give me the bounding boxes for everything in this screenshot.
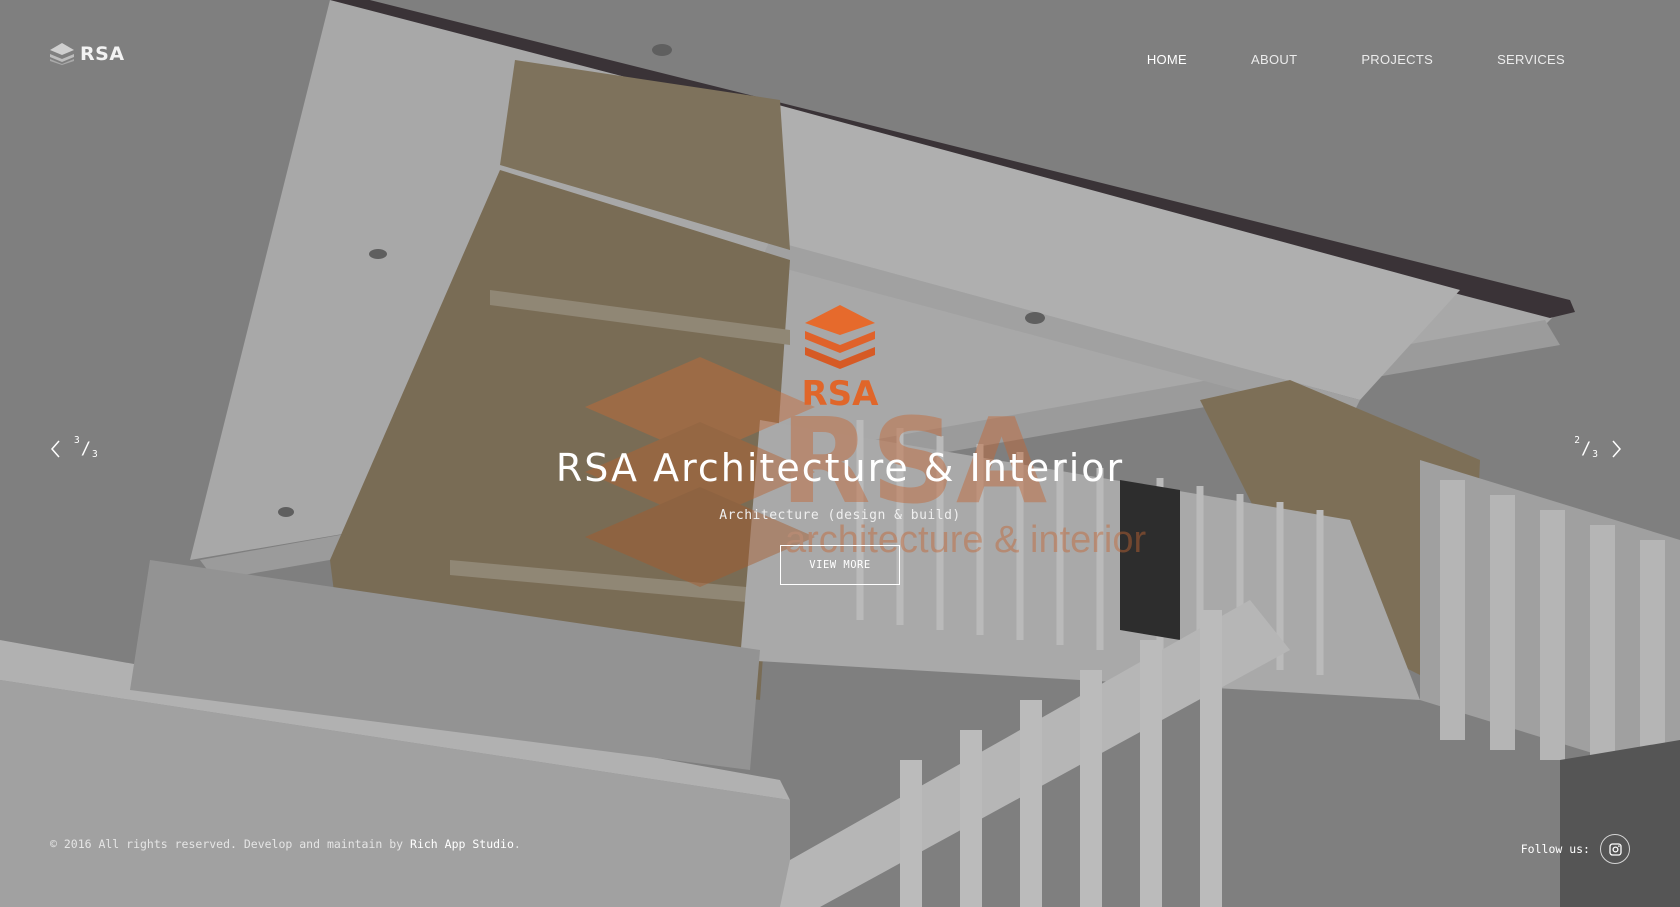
logo-text: RSA [80, 43, 125, 65]
instagram-button[interactable] [1600, 834, 1630, 864]
main-navigation: HOME ABOUT PROJECTS SERVICES [1147, 52, 1565, 67]
rsa-brand-icon: RSA [802, 305, 880, 414]
nav-item-home[interactable]: HOME [1147, 52, 1187, 67]
studio-link[interactable]: Rich App Studio [410, 837, 514, 851]
next-slide-total: 3 [1592, 449, 1598, 461]
chevron-right-icon[interactable] [1608, 438, 1624, 460]
view-more-button[interactable]: VIEW MORE [780, 545, 900, 585]
hero-content: RSA Architecture & Interior Architecture… [0, 442, 1680, 585]
chevron-left-icon[interactable] [48, 438, 64, 460]
prev-slide-counter: 3 / 3 [74, 435, 98, 461]
header-logo[interactable]: RSA [50, 42, 125, 66]
nav-item-services[interactable]: SERVICES [1497, 52, 1565, 67]
copyright-text: © 2016 All rights reserved. Develop and … [50, 837, 411, 851]
logo-icon [50, 43, 74, 65]
follow-label: Follow us: [1520, 842, 1590, 856]
copyright-suffix: . [513, 837, 521, 851]
prev-slide-total: 3 [91, 449, 98, 461]
instagram-icon [1608, 842, 1622, 856]
next-slide-counter: 2 / 3 [1574, 435, 1598, 461]
slider-prev-control[interactable]: 3 / 3 [48, 435, 98, 461]
footer-social: Follow us: [1521, 834, 1630, 864]
hero-icon-caption: RSA [802, 374, 880, 414]
next-slide-current: 2 [1574, 435, 1581, 447]
nav-item-about[interactable]: ABOUT [1251, 52, 1297, 67]
hero-title: RSA Architecture & Interior [555, 446, 1125, 490]
nav-item-projects[interactable]: PROJECTS [1361, 52, 1433, 67]
prev-slide-current: 3 [74, 435, 80, 447]
footer-copyright: © 2016 All rights reserved. Develop and … [50, 837, 521, 851]
slider-next-control[interactable]: 2 / 3 [1574, 435, 1624, 461]
hero-subtitle: Architecture (design & build) [719, 508, 961, 523]
